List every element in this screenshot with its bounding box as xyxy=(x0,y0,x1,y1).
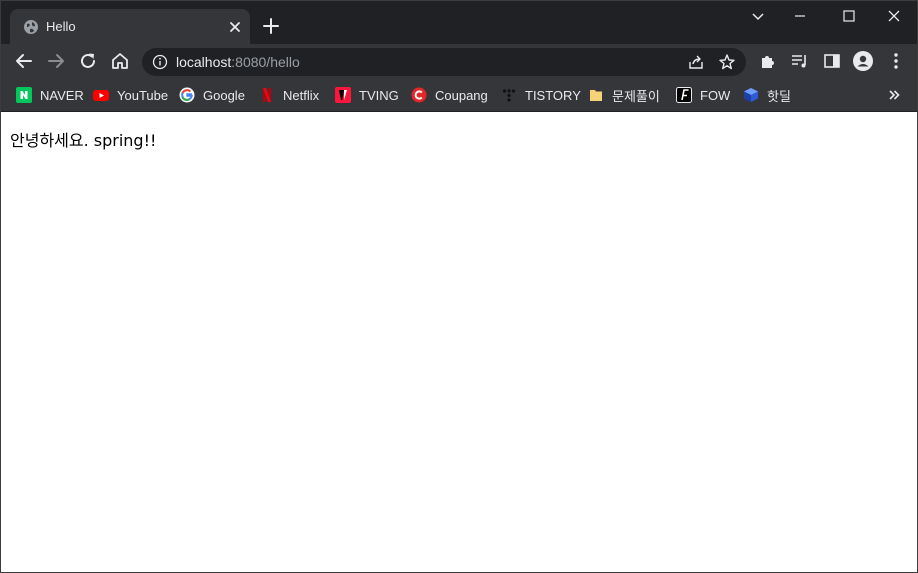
share-icon[interactable] xyxy=(687,53,705,71)
youtube-icon xyxy=(93,90,109,101)
back-button[interactable] xyxy=(13,50,35,72)
bookmark-label: 문제풀이 xyxy=(612,88,660,104)
bookmark-label: Coupang xyxy=(435,87,488,103)
bookmark-hotdeal[interactable]: 핫딜 xyxy=(743,84,791,106)
url-text[interactable]: localhost:8080/hello xyxy=(176,54,300,71)
tab-title: Hello xyxy=(46,19,76,34)
menu-icon[interactable] xyxy=(885,50,907,72)
home-button[interactable] xyxy=(109,50,131,72)
bookmark-label: TISTORY xyxy=(525,87,581,103)
more-bookmarks-icon[interactable] xyxy=(885,86,903,104)
page-content: 안녕하세요. spring!! xyxy=(1,113,917,572)
bookmarks-bar: NAVER YouTube Google Netflix TVING Coupa… xyxy=(1,79,917,112)
tab-strip: Hello xyxy=(1,1,917,44)
bookmark-naver[interactable]: NAVER xyxy=(16,84,84,106)
tab-hello[interactable]: Hello xyxy=(10,9,250,44)
reload-button[interactable] xyxy=(77,50,99,72)
url-host: localhost xyxy=(176,54,232,70)
bookmark-netflix[interactable]: Netflix xyxy=(259,84,319,106)
tving-icon xyxy=(335,87,351,103)
google-icon xyxy=(179,87,195,103)
cube-icon xyxy=(744,88,758,102)
coupang-icon xyxy=(411,87,427,103)
bookmark-label: Google xyxy=(203,87,245,103)
media-control-icon[interactable] xyxy=(789,50,811,72)
bookmark-youtube[interactable]: YouTube xyxy=(93,84,168,106)
bookmark-google[interactable]: Google xyxy=(179,84,245,106)
bookmark-tistory[interactable]: TISTORY xyxy=(501,84,581,106)
bookmark-fow[interactable]: FOW xyxy=(676,84,730,106)
side-panel-icon[interactable] xyxy=(821,50,843,72)
bookmark-label: TVING xyxy=(359,87,399,103)
greeting-text: 안녕하세요. spring!! xyxy=(10,131,157,150)
chevron-down-icon[interactable] xyxy=(749,7,767,25)
bookmark-label: Netflix xyxy=(283,87,320,103)
url-path: :8080/hello xyxy=(231,54,300,70)
bookmark-label: YouTube xyxy=(117,87,169,103)
new-tab-button[interactable] xyxy=(261,16,281,36)
forward-button[interactable] xyxy=(45,50,67,72)
toolbar: localhost:8080/hello xyxy=(1,44,917,79)
naver-icon xyxy=(16,87,32,103)
extensions-icon[interactable] xyxy=(757,50,779,72)
address-bar[interactable]: localhost:8080/hello xyxy=(142,48,746,76)
folder-icon xyxy=(590,90,602,101)
tistory-icon xyxy=(502,89,516,102)
bookmark-tving[interactable]: TVING xyxy=(335,84,399,106)
fow-icon xyxy=(676,87,692,103)
close-icon[interactable] xyxy=(226,18,244,36)
profile-icon[interactable] xyxy=(852,50,874,72)
bookmark-folder-problems[interactable]: 문제풀이 xyxy=(588,84,660,106)
browser-window: Hello localhost:8080/hello NAVER YouTube… xyxy=(0,0,918,573)
globe-icon xyxy=(24,20,38,34)
bookmark-coupang[interactable]: Coupang xyxy=(411,84,488,106)
minimize-button[interactable] xyxy=(777,1,823,31)
maximize-button[interactable] xyxy=(825,1,871,31)
netflix-icon xyxy=(263,88,271,102)
info-icon[interactable] xyxy=(152,54,168,70)
bookmark-label: NAVER xyxy=(40,87,84,103)
bookmark-label: FOW xyxy=(700,87,731,103)
window-close-button[interactable] xyxy=(871,1,917,31)
bookmark-label: 핫딜 xyxy=(767,88,791,104)
star-icon[interactable] xyxy=(718,53,736,71)
